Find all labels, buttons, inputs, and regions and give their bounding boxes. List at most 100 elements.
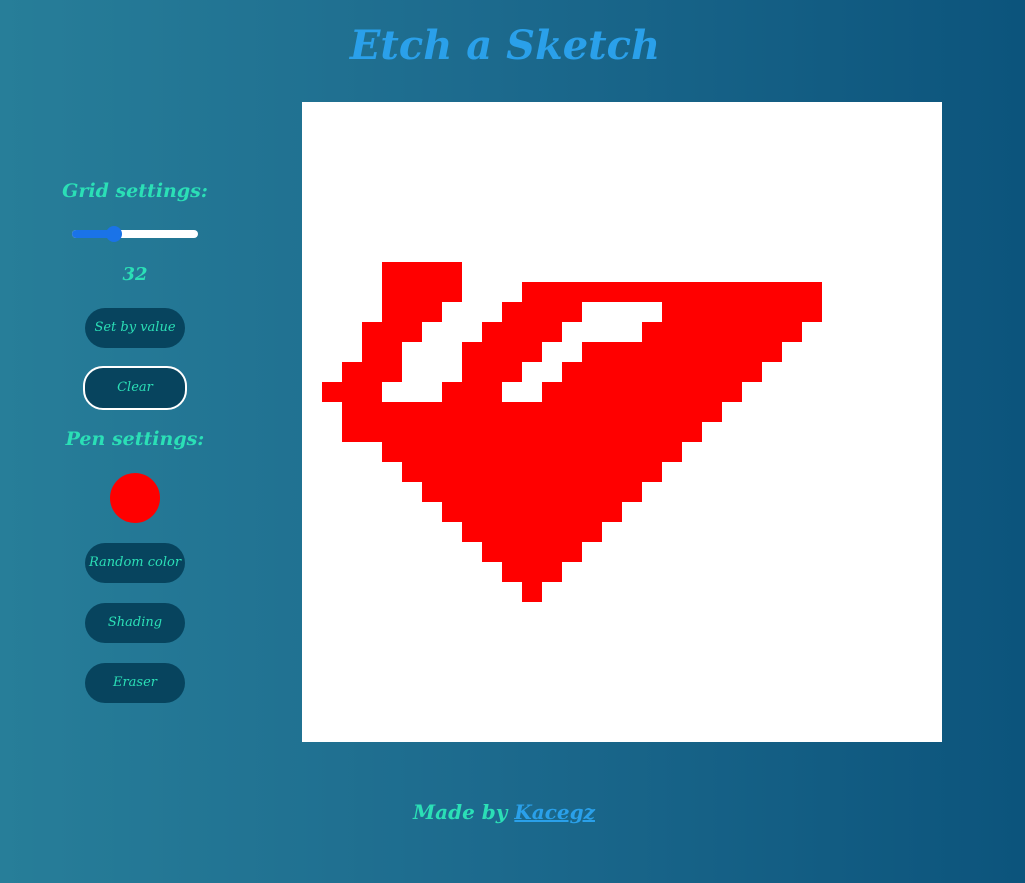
grid-cell[interactable] <box>662 382 682 402</box>
grid-cell[interactable] <box>582 382 602 402</box>
grid-cell[interactable] <box>802 302 822 322</box>
grid-cell[interactable] <box>482 482 502 502</box>
grid-cell[interactable] <box>482 362 502 382</box>
grid-cell[interactable] <box>522 582 542 602</box>
grid-cell[interactable] <box>722 382 742 402</box>
shading-button[interactable]: Shading <box>85 603 185 643</box>
grid-cell[interactable] <box>722 282 742 302</box>
grid-cell[interactable] <box>762 302 782 322</box>
grid-cell[interactable] <box>742 282 762 302</box>
grid-cell[interactable] <box>482 422 502 442</box>
grid-cell[interactable] <box>522 562 542 582</box>
grid-cell[interactable] <box>562 422 582 442</box>
grid-cell[interactable] <box>562 402 582 422</box>
grid-cell[interactable] <box>582 402 602 422</box>
grid-cell[interactable] <box>602 462 622 482</box>
grid-cell[interactable] <box>602 342 622 362</box>
grid-cell[interactable] <box>462 382 482 402</box>
grid-cell[interactable] <box>462 402 482 422</box>
grid-cell[interactable] <box>542 302 562 322</box>
grid-cell[interactable] <box>522 342 542 362</box>
grid-cell[interactable] <box>442 502 462 522</box>
grid-cell[interactable] <box>642 382 662 402</box>
pen-color-picker[interactable] <box>110 473 160 523</box>
grid-cell[interactable] <box>422 402 442 422</box>
grid-cell[interactable] <box>682 402 702 422</box>
grid-cell[interactable] <box>362 382 382 402</box>
grid-cell[interactable] <box>642 442 662 462</box>
grid-cell[interactable] <box>682 382 702 402</box>
grid-cell[interactable] <box>542 562 562 582</box>
grid-cell[interactable] <box>602 482 622 502</box>
grid-cell[interactable] <box>562 282 582 302</box>
grid-cell[interactable] <box>602 282 622 302</box>
grid-cell[interactable] <box>682 422 702 442</box>
grid-cell[interactable] <box>442 422 462 442</box>
grid-cell[interactable] <box>602 402 622 422</box>
grid-cell[interactable] <box>702 402 722 422</box>
grid-cell[interactable] <box>682 362 702 382</box>
grid-cell[interactable] <box>482 502 502 522</box>
grid-cell[interactable] <box>502 322 522 342</box>
grid-cell[interactable] <box>602 422 622 442</box>
grid-cell[interactable] <box>442 442 462 462</box>
grid-cell[interactable] <box>442 402 462 422</box>
grid-cell[interactable] <box>362 422 382 442</box>
grid-cell[interactable] <box>502 522 522 542</box>
grid-cell[interactable] <box>522 442 542 462</box>
grid-cell[interactable] <box>722 302 742 322</box>
grid-cell[interactable] <box>562 302 582 322</box>
grid-cell[interactable] <box>542 482 562 502</box>
grid-cell[interactable] <box>502 502 522 522</box>
grid-cell[interactable] <box>462 342 482 362</box>
grid-cell[interactable] <box>482 402 502 422</box>
grid-cell[interactable] <box>442 382 462 402</box>
grid-cell[interactable] <box>622 282 642 302</box>
grid-cell[interactable] <box>802 282 822 302</box>
grid-cell[interactable] <box>562 442 582 462</box>
grid-cell[interactable] <box>642 402 662 422</box>
grid-cell[interactable] <box>622 342 642 362</box>
grid-cell[interactable] <box>582 502 602 522</box>
grid-cell[interactable] <box>362 362 382 382</box>
grid-cell[interactable] <box>422 302 442 322</box>
random-color-button[interactable]: Random color <box>85 543 185 583</box>
grid-cell[interactable] <box>582 362 602 382</box>
grid-cell[interactable] <box>382 342 402 362</box>
grid-cell[interactable] <box>402 302 422 322</box>
grid-cell[interactable] <box>342 382 362 402</box>
grid-cell[interactable] <box>562 462 582 482</box>
grid-cell[interactable] <box>542 382 562 402</box>
clear-button[interactable]: Clear <box>83 366 187 410</box>
grid-cell[interactable] <box>542 542 562 562</box>
grid-cell[interactable] <box>582 522 602 542</box>
grid-cell[interactable] <box>562 382 582 402</box>
grid-cell[interactable] <box>402 282 422 302</box>
grid-cell[interactable] <box>642 422 662 442</box>
grid-cell[interactable] <box>342 362 362 382</box>
grid-cell[interactable] <box>402 402 422 422</box>
grid-cell[interactable] <box>482 442 502 462</box>
grid-cell[interactable] <box>542 282 562 302</box>
grid-cell[interactable] <box>542 442 562 462</box>
grid-cell[interactable] <box>382 262 402 282</box>
grid-cell[interactable] <box>422 262 442 282</box>
grid-cell[interactable] <box>522 542 542 562</box>
grid-cell[interactable] <box>762 322 782 342</box>
grid-cell[interactable] <box>442 482 462 502</box>
grid-cell[interactable] <box>722 322 742 342</box>
grid-cell[interactable] <box>482 522 502 542</box>
grid-cell[interactable] <box>362 322 382 342</box>
grid-cell[interactable] <box>422 442 442 462</box>
grid-cell[interactable] <box>442 462 462 482</box>
grid-cell[interactable] <box>662 422 682 442</box>
grid-cell[interactable] <box>662 302 682 322</box>
grid-cell[interactable] <box>742 322 762 342</box>
grid-cell[interactable] <box>662 362 682 382</box>
grid-cell[interactable] <box>742 302 762 322</box>
grid-cell[interactable] <box>582 342 602 362</box>
grid-cell[interactable] <box>702 282 722 302</box>
grid-cell[interactable] <box>542 422 562 442</box>
grid-cell[interactable] <box>362 402 382 422</box>
grid-cell[interactable] <box>722 342 742 362</box>
